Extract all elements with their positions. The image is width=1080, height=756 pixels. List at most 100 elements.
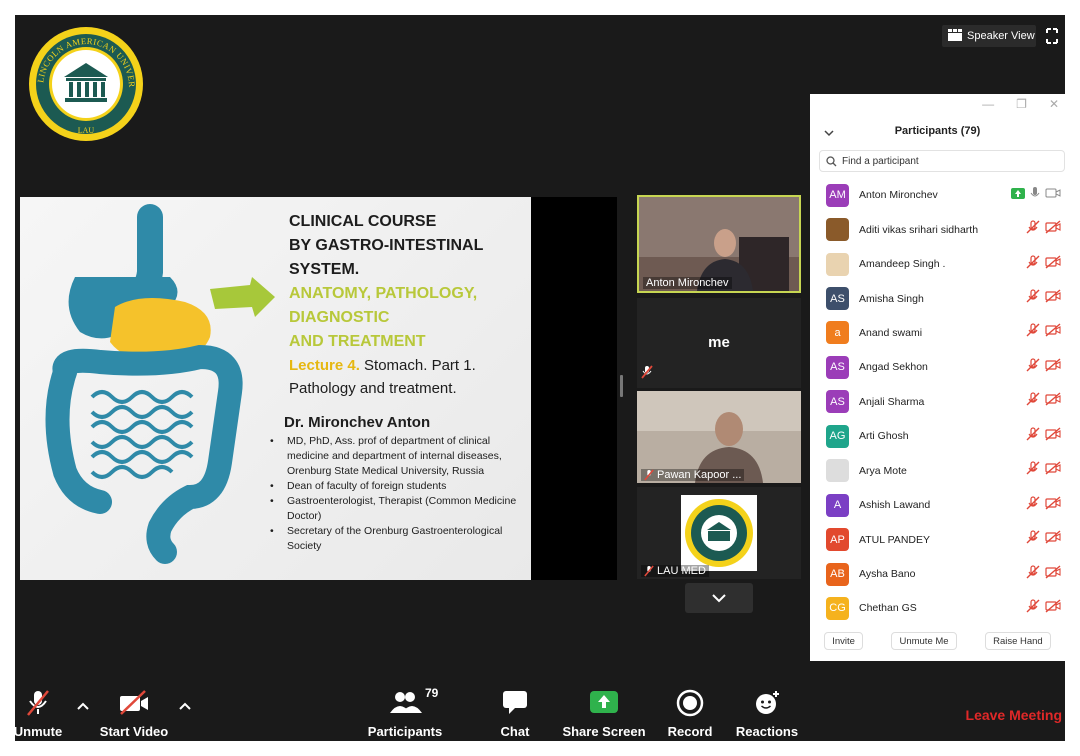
video-options-caret-icon[interactable] — [177, 699, 193, 711]
muted-mic-icon — [1026, 530, 1040, 549]
meeting-toolbar: Unmute Start Video 79 Participants Chat — [15, 683, 1065, 741]
video-tile-lau-med[interactable]: LAU MED — [637, 487, 801, 579]
fullscreen-icon[interactable] — [1045, 27, 1059, 45]
participant-row[interactable]: AS Angad Sekhon — [810, 350, 1065, 384]
restore-icon[interactable]: ❐ — [1016, 97, 1027, 111]
participant-name: Aysha Bano — [859, 568, 916, 581]
video-off-icon — [1045, 530, 1061, 549]
video-off-icon — [1045, 255, 1061, 274]
participant-avatar: CG — [826, 596, 849, 620]
participant-status-icons — [1026, 419, 1061, 453]
presentation-slide: CLINICAL COURSE BY GASTRO-INTESTINAL SYSTE… — [20, 197, 531, 580]
slide-bullet: Dean of faculty of foreign students — [268, 479, 530, 494]
raise-hand-button[interactable]: Raise Hand — [985, 632, 1051, 650]
muted-mic-icon — [1026, 427, 1040, 446]
video-off-icon — [97, 689, 171, 717]
muted-mic-icon — [1026, 289, 1040, 308]
participant-status-icons — [1026, 385, 1061, 419]
slide-lecture: Lecture 4. Stomach. Part 1. Pathology an… — [289, 357, 476, 397]
tiles-scroll-down-button[interactable] — [685, 583, 753, 613]
participant-row[interactable]: a Anand swami — [810, 316, 1065, 350]
video-tile-anton[interactable]: Anton Mironchev — [637, 195, 801, 293]
participant-avatar: AB — [826, 562, 849, 586]
participant-list: AM Anton Mironchev Aditi vikas srihari sid… — [810, 178, 1065, 620]
participant-name: Anand swami — [859, 326, 923, 339]
participants-button[interactable]: 79 Participants — [365, 683, 445, 741]
participant-status-icons — [1026, 591, 1061, 620]
reactions-button[interactable]: Reactions — [733, 683, 801, 741]
slide-bullets: MD, PhD, Ass. prof of department of clin… — [268, 434, 530, 554]
share-screen-icon — [561, 689, 647, 715]
video-tile-me[interactable]: me — [637, 298, 801, 388]
muted-mic-icon — [1026, 220, 1040, 239]
participant-name: Angad Sekhon — [859, 361, 928, 374]
muted-mic-icon — [1026, 496, 1040, 515]
participant-row[interactable]: AS Amisha Singh — [810, 281, 1065, 315]
participant-avatar: AS — [826, 355, 849, 379]
invite-button[interactable]: Invite — [824, 632, 863, 650]
slide-bullet: MD, PhD, Ass. prof of department of clin… — [268, 434, 530, 479]
participant-avatar: AP — [826, 528, 849, 552]
close-icon[interactable]: ✕ — [1049, 97, 1059, 111]
muted-mic-icon — [1026, 358, 1040, 377]
mic-on-icon — [1030, 186, 1040, 205]
participant-status-icons — [1026, 281, 1061, 315]
audio-options-caret-icon[interactable] — [75, 699, 91, 711]
chevron-down-icon — [712, 593, 726, 602]
video-off-icon — [1045, 358, 1061, 377]
shared-screen: CLINICAL COURSE BY GASTRO-INTESTINAL SYSTE… — [20, 197, 617, 580]
video-tile-pawan[interactable]: Pawan Kapoor ... — [637, 391, 801, 483]
video-off-icon — [1045, 564, 1061, 584]
participant-name: Arti Ghosh — [859, 430, 909, 443]
participant-row[interactable]: AB Aysha Bano — [810, 557, 1065, 591]
participant-row[interactable]: AM Anton Mironchev — [810, 178, 1065, 212]
participant-name: Aditi vikas srihari sidharth — [859, 223, 979, 236]
video-off-icon — [1045, 220, 1061, 239]
self-name: me — [708, 334, 730, 351]
tile-name-label: LAU MED — [641, 565, 709, 577]
chat-button[interactable]: Chat — [485, 683, 545, 741]
participant-row[interactable]: A Ashish Lawand — [810, 488, 1065, 522]
panel-header: Participants (79) — [810, 122, 1065, 142]
unmute-button[interactable]: Unmute — [15, 683, 63, 741]
participant-row[interactable]: CG Chethan GS — [810, 591, 1065, 620]
participant-avatar: a — [826, 321, 849, 345]
panel-title: Participants (79) — [894, 125, 981, 137]
muted-mic-icon — [641, 365, 653, 384]
muted-mic-icon — [644, 565, 654, 577]
participant-name: Arya Mote — [859, 464, 907, 477]
participant-status-icons — [1026, 522, 1061, 556]
minimize-icon[interactable]: — — [982, 97, 994, 111]
share-screen-button[interactable]: Share Screen — [561, 683, 647, 741]
participant-row[interactable]: AG Arti Ghosh — [810, 419, 1065, 453]
slide-author: Dr. Mironchev Anton — [284, 414, 431, 431]
participant-name: Amisha Singh — [859, 292, 924, 305]
participant-row[interactable]: Aditi vikas srihari sidharth — [810, 212, 1065, 246]
start-video-button[interactable]: Start Video — [97, 683, 171, 741]
muted-mic-icon — [15, 689, 63, 717]
search-icon — [826, 155, 837, 166]
pane-resize-handle[interactable] — [620, 375, 623, 397]
video-on-icon — [1045, 186, 1061, 204]
participant-search-input[interactable]: Find a participant — [819, 150, 1065, 172]
participant-row[interactable]: AP ATUL PANDEY — [810, 522, 1065, 556]
participant-row[interactable]: Amandeep Singh . — [810, 247, 1065, 281]
slide-bullet: Gastroenterologist, Therapist (Common Me… — [268, 494, 530, 524]
participant-avatar: AS — [826, 390, 849, 414]
participant-row[interactable]: Arya Mote — [810, 454, 1065, 488]
participant-status-icons — [1026, 488, 1061, 522]
video-off-icon — [1045, 461, 1061, 480]
participant-status-icons — [1026, 350, 1061, 384]
share-screen-icon — [1011, 186, 1025, 204]
participant-row[interactable]: AS Anjali Sharma — [810, 385, 1065, 419]
participant-name: Ashish Lawand — [859, 499, 931, 512]
speaker-view-button[interactable]: Speaker View — [942, 25, 1036, 47]
muted-mic-icon — [1026, 599, 1040, 618]
muted-mic-icon — [1026, 392, 1040, 411]
record-button[interactable]: Record — [660, 683, 720, 741]
participant-name: Anton Mironchev — [859, 189, 938, 202]
unmute-me-button[interactable]: Unmute Me — [891, 632, 957, 650]
participant-photo-avatar — [826, 252, 849, 276]
participant-status-icons — [1026, 212, 1061, 246]
leave-meeting-button[interactable]: Leave Meeting — [966, 707, 1062, 723]
